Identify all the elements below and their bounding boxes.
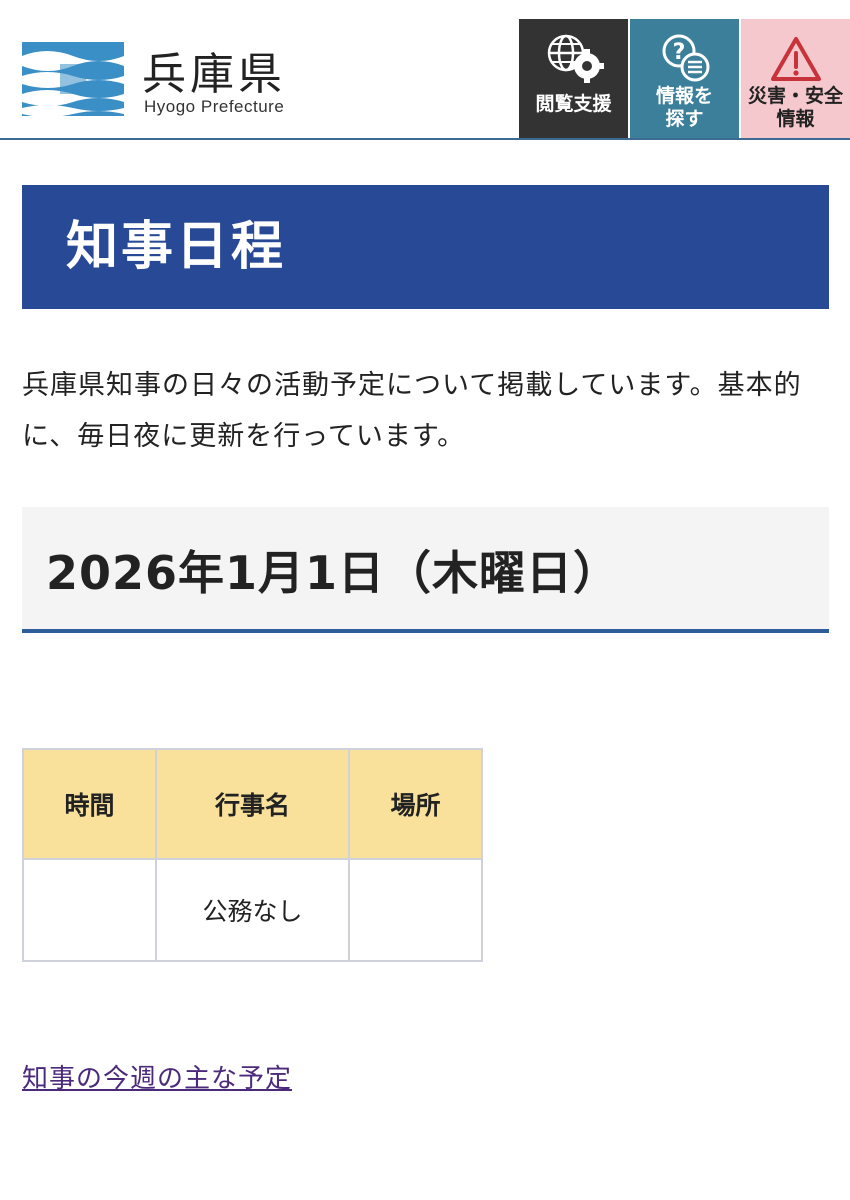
weekly-schedule-link[interactable]: 知事の今週の主な予定 [22,1058,292,1095]
intro-text: 兵庫県知事の日々の活動予定について掲載しています。基本的に、毎日夜に更新を行って… [22,370,802,452]
date-heading: 2026年1月1日（木曜日） [46,546,621,600]
globe-gear-icon [542,33,606,85]
column-header-place: 場所 [348,748,483,860]
access-support-button[interactable]: 閲覧支援 [519,19,628,138]
schedule-table: 時間 行事名 場所 公務なし [22,748,483,962]
find-info-label: 情報を 探す [655,85,713,130]
cell-time [22,858,157,962]
warning-triangle-icon [770,33,822,85]
hyogo-logo[interactable] [22,42,124,116]
page-title: 知事日程 [22,185,829,309]
site-header: 兵庫県 Hyogo Prefecture 閲覧支援 ? 情報を 探す 災害・安全… [0,0,850,140]
column-header-time: 時間 [22,748,157,860]
cell-event: 公務なし [155,858,350,962]
question-search-icon: ? [657,33,713,85]
cell-place [348,858,483,962]
table-row: 公務なし [22,858,483,962]
column-header-event: 行事名 [155,748,350,860]
hyogo-wave-emblem-icon [22,51,124,116]
date-heading-box: 2026年1月1日（木曜日） [22,507,829,633]
site-subtitle: Hyogo Prefecture [144,97,285,116]
disaster-safety-label: 災害・安全 情報 [747,85,843,130]
site-title: 兵庫県 [142,49,286,100]
disaster-safety-button[interactable]: 災害・安全 情報 [741,19,850,138]
find-info-button[interactable]: ? 情報を 探す [630,19,739,138]
table-header-row: 時間 行事名 場所 [22,748,483,860]
access-support-label: 閲覧支援 [535,93,612,115]
